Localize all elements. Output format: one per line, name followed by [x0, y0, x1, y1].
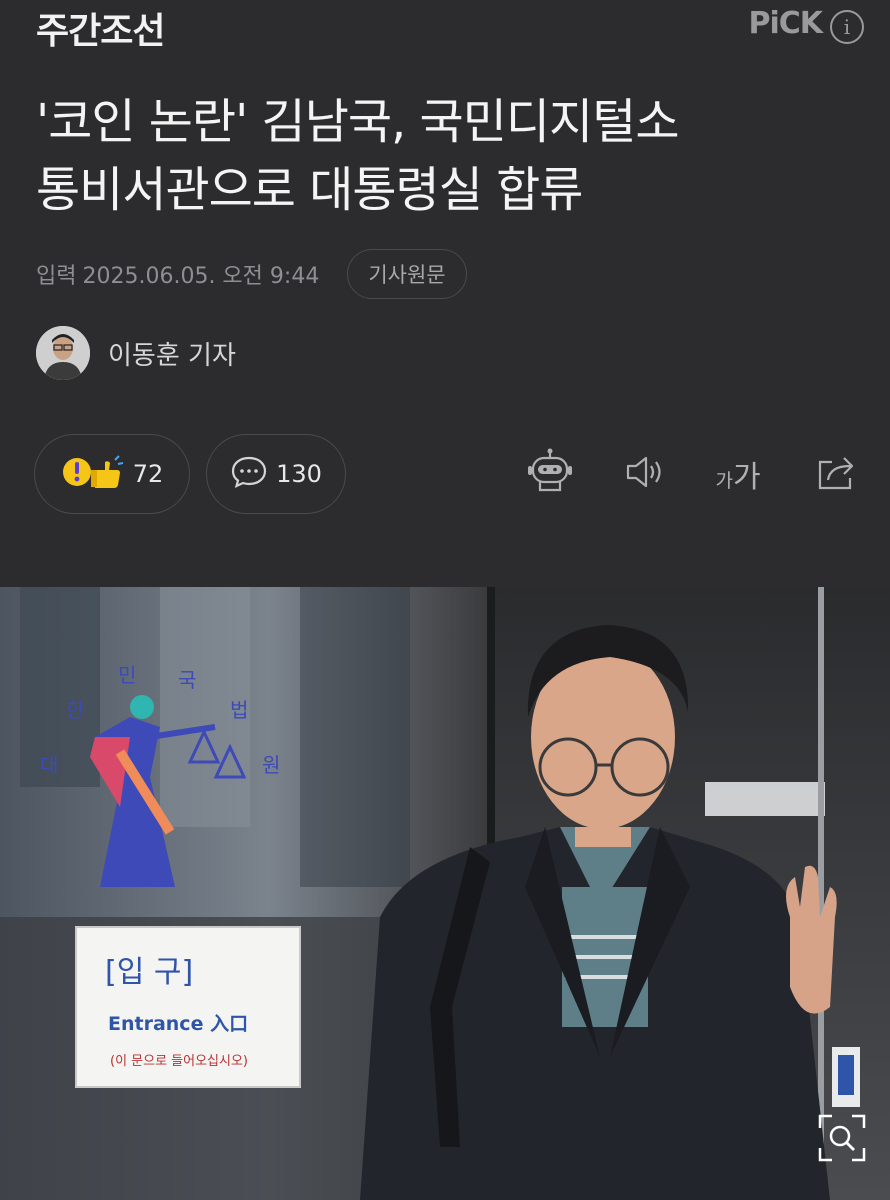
share-icon — [812, 448, 860, 500]
ai-bot-icon — [524, 446, 576, 502]
audio-icon — [620, 448, 668, 500]
comment-button[interactable]: 130 — [206, 434, 346, 514]
pick-badge: PiCK — [748, 6, 823, 41]
zoom-button[interactable] — [814, 1110, 870, 1166]
sign-line-1: [입 구] — [105, 955, 193, 990]
article-meta: 입력 2025.06.05. 오전 9:44 기사원문 — [36, 249, 467, 299]
reporter-name: 이동훈 기자 — [108, 340, 236, 371]
reaction-button[interactable]: 72 — [34, 434, 190, 514]
emblem-char: 대 — [40, 753, 58, 777]
emblem-char: 한 — [66, 698, 84, 722]
emblem-char: 국 — [178, 668, 196, 692]
publish-date: 입력 2025.06.05. 오전 9:44 — [36, 258, 325, 290]
date-label: 입력 — [36, 264, 77, 289]
top-bar: 주간조선 PiCK i — [0, 0, 890, 60]
publisher-logo[interactable]: 주간조선 — [36, 2, 165, 54]
article-headline: '코인 논란' 김남국, 국민디지털소 통비서관으로 대통령실 합류 — [36, 88, 856, 224]
date-value: 2025.06.05. 오전 9:44 — [82, 264, 320, 289]
comment-icon — [230, 453, 268, 495]
reporter-byline[interactable]: 이동훈 기자 — [36, 326, 236, 380]
info-icon[interactable]: i — [830, 10, 864, 44]
reporter-avatar — [36, 326, 90, 380]
sign-line-3: (이 문으로 들어오십시오) — [110, 1054, 248, 1069]
article-photo[interactable]: 대 한 민 국 법 원 [입 구] Entrance 入口 (이 문으로 들어오… — [0, 587, 890, 1200]
headline-line-2: 통비서관으로 대통령실 합류 — [36, 162, 583, 218]
reaction-count: 72 — [132, 460, 164, 488]
emblem-char: 민 — [118, 663, 136, 687]
emblem-char: 원 — [262, 753, 280, 777]
comment-count: 130 — [276, 460, 322, 488]
zoom-icon — [814, 1114, 870, 1170]
headline-line-1: '코인 논란' 김남국, 국민디지털소 — [36, 94, 680, 150]
font-size-icon: 가가 — [715, 460, 761, 495]
share-button[interactable] — [808, 446, 864, 502]
sign-line-2: Entrance 入口 — [108, 1013, 248, 1035]
original-article-button[interactable]: 기사원문 — [347, 249, 467, 299]
ai-summary-button[interactable] — [522, 446, 578, 502]
emoji-reaction-icon — [61, 452, 125, 496]
emblem-char: 법 — [230, 698, 248, 722]
font-size-button[interactable]: 가가 — [710, 446, 766, 502]
listen-button[interactable] — [616, 446, 672, 502]
